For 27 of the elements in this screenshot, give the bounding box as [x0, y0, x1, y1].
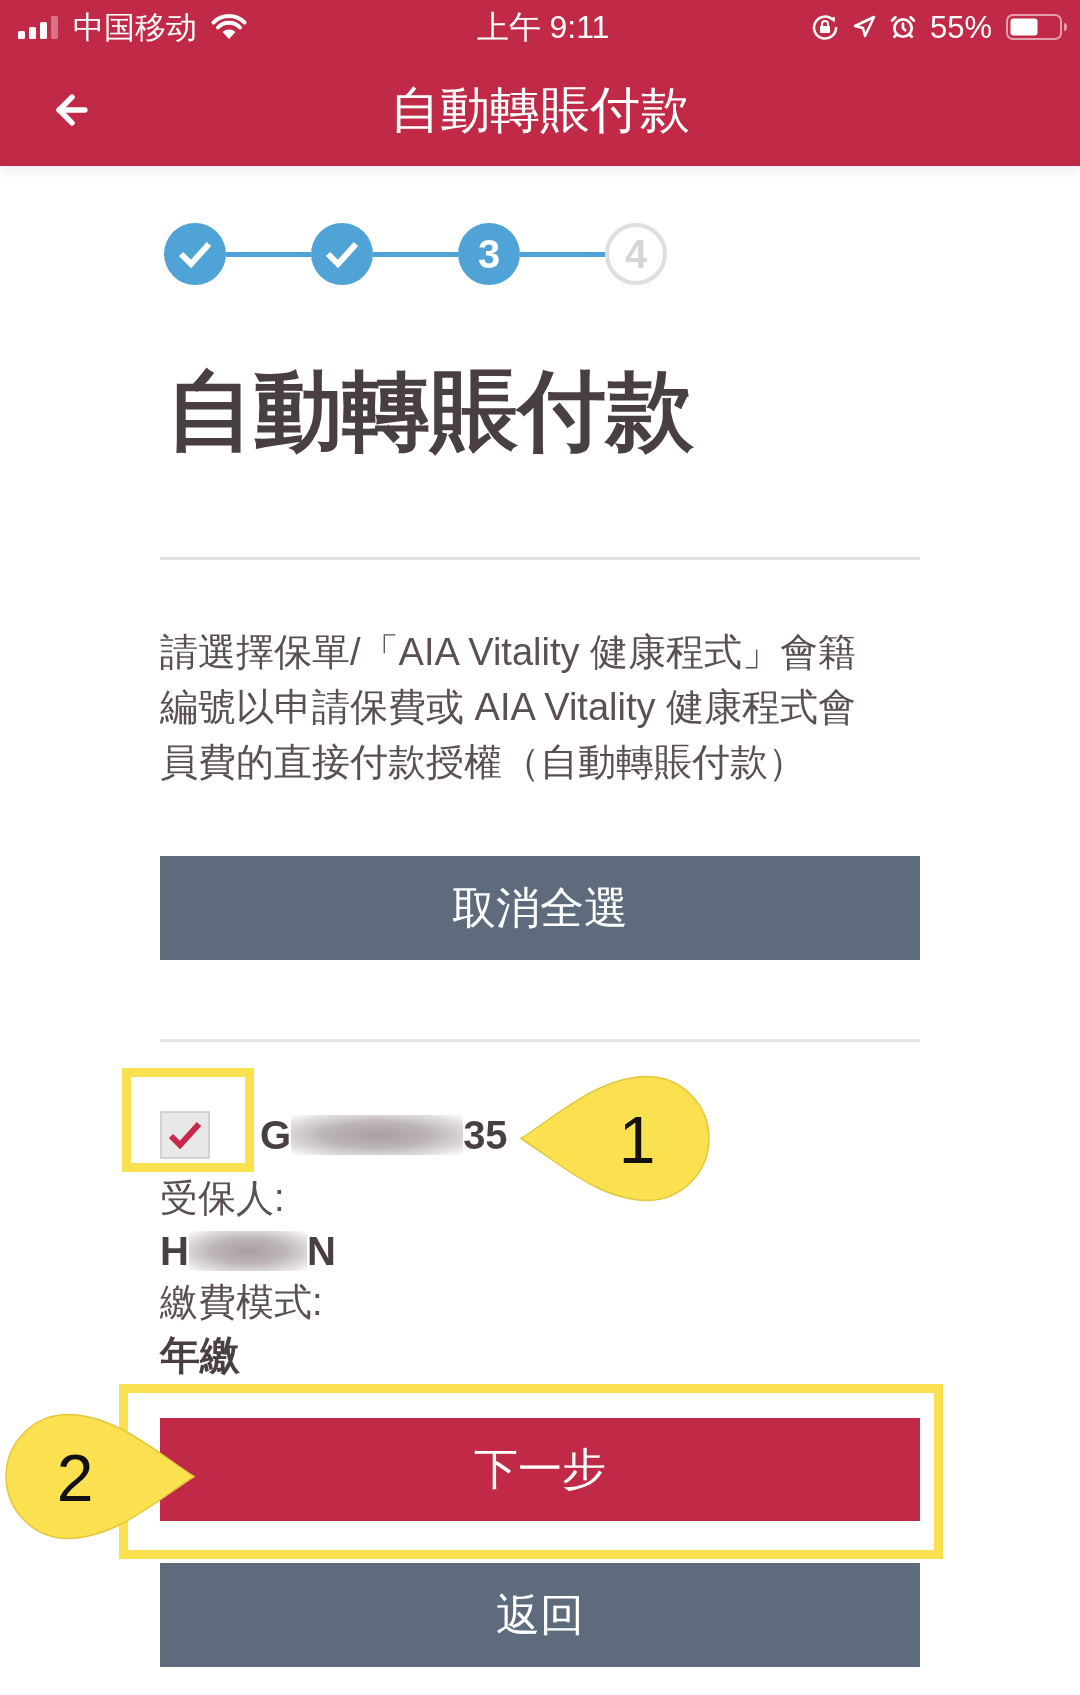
wifi-icon [211, 14, 247, 40]
battery-icon [1006, 14, 1068, 40]
header-title: 自動轉賬付款 [390, 81, 690, 140]
next-button[interactable]: 下一步 [160, 1418, 920, 1521]
insured-label: 受保人: [160, 1176, 285, 1222]
clock-time: 上午 9:11 [476, 11, 610, 43]
insured-name-prefix: H [160, 1228, 189, 1275]
battery-percentage: 55% [929, 11, 992, 43]
step-number: 3 [458, 223, 520, 285]
policy-number-suffix: 35 [463, 1112, 508, 1159]
return-button[interactable]: 返回 [160, 1563, 920, 1667]
check-circle-icon [164, 223, 226, 285]
payment-mode-value: 年繳 [160, 1332, 240, 1379]
check-circle-icon [311, 223, 373, 285]
rotation-lock-icon [811, 14, 838, 40]
carrier-name: 中国移动 [73, 11, 197, 43]
signal-icon [18, 15, 59, 39]
alarm-clock-icon [889, 14, 916, 40]
instructions-text: 請選擇保單/「AIA Vitality 健康程式」會籍 編號以申請保費或 AIA Vitality 健康程式會 員費的直接付款授權（自動轉賬付款） [160, 630, 857, 785]
location-arrow-icon [851, 15, 876, 39]
check-icon [168, 1121, 202, 1149]
policy-number-prefix: G [260, 1112, 292, 1159]
deselect-all-button[interactable]: 取消全選 [160, 856, 920, 960]
insured-name-suffix: N [306, 1228, 336, 1275]
checkbox[interactable] [160, 1111, 210, 1159]
payment-mode-label: 繳費模式: [160, 1280, 323, 1326]
page-title: 自動轉賬付款 [166, 360, 694, 462]
